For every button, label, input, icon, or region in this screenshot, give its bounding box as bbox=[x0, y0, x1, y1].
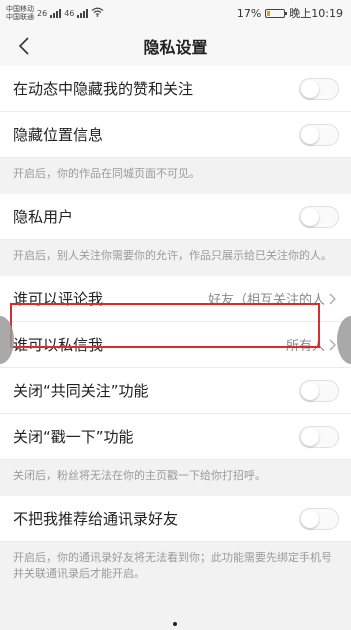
who-message-value: 所有人 bbox=[285, 339, 325, 354]
page-title: 隐私设置 bbox=[143, 38, 208, 57]
hide-likes-toggle[interactable] bbox=[299, 77, 339, 100]
close-poke-desc: 关闭后，粉丝将无法在你的主页戳一下给你打招呼。 bbox=[0, 460, 351, 496]
row-private-user[interactable]: 隐私用户 bbox=[0, 194, 351, 240]
clock: 晚上10:19 bbox=[289, 7, 343, 20]
hide-location-toggle[interactable] bbox=[299, 123, 339, 146]
close-poke-toggle[interactable] bbox=[299, 425, 339, 448]
battery-icon bbox=[265, 8, 288, 18]
close-mutual-toggle[interactable] bbox=[299, 379, 339, 402]
private-user-toggle[interactable] bbox=[299, 205, 339, 228]
row-no-recommend[interactable]: 不把我推荐给通讯录好友 bbox=[0, 496, 351, 542]
home-indicator-dot bbox=[173, 622, 177, 626]
wifi-icon bbox=[91, 7, 104, 20]
no-recommend-desc: 开启后，你的通讯录好友将无法看到你；此功能需要先绑定手机号并关联通讯录后才能开启… bbox=[0, 542, 351, 594]
row-hide-location-label: 隐藏位置信息 bbox=[13, 126, 104, 144]
row-who-message[interactable]: 谁可以私信我 所有人 bbox=[0, 322, 351, 368]
row-hide-likes-label: 在动态中隐藏我的赞和关注 bbox=[13, 80, 194, 98]
row-no-recommend-label: 不把我推荐给通讯录好友 bbox=[13, 510, 179, 528]
row-close-poke[interactable]: 关闭“戳一下”功能 bbox=[0, 414, 351, 460]
back-chevron-icon[interactable] bbox=[12, 34, 36, 58]
row-close-poke-label: 关闭“戳一下”功能 bbox=[13, 428, 134, 446]
row-private-user-label: 隐私用户 bbox=[13, 208, 74, 226]
carrier-1: 中国移动 bbox=[6, 5, 34, 13]
row-hide-likes[interactable]: 在动态中隐藏我的赞和关注 bbox=[0, 66, 351, 112]
status-right: 17% 晚上10:19 bbox=[237, 5, 343, 21]
row-close-mutual-label: 关闭“共同关注”功能 bbox=[13, 382, 149, 400]
carrier-labels: 中国移动 中国联通 bbox=[6, 5, 34, 21]
carrier-2: 中国联通 bbox=[6, 13, 34, 21]
who-comment-value: 好友（相互关注的人 bbox=[207, 293, 325, 308]
row-who-comment[interactable]: 谁可以评论我 好友（相互关注的人 bbox=[0, 276, 351, 322]
chevron-right-icon bbox=[329, 292, 339, 306]
hide-location-desc: 开启后，你的作品在同城页面不可见。 bbox=[0, 158, 351, 194]
row-who-message-label: 谁可以私信我 bbox=[13, 336, 104, 354]
network-type-1: 26 bbox=[37, 8, 48, 18]
row-hide-location[interactable]: 隐藏位置信息 bbox=[0, 112, 351, 158]
no-recommend-toggle[interactable] bbox=[299, 507, 339, 530]
who-message-value-group: 所有人 bbox=[286, 335, 339, 354]
nav-bar: 隐私设置 bbox=[0, 26, 351, 66]
signal-icon bbox=[50, 8, 62, 18]
battery-percent: 17% bbox=[236, 6, 262, 20]
signal-icon-2 bbox=[77, 8, 89, 18]
network-type-2: 46 bbox=[64, 8, 75, 18]
row-close-mutual[interactable]: 关闭“共同关注”功能 bbox=[0, 368, 351, 414]
who-comment-value-group: 好友（相互关注的人 bbox=[208, 289, 339, 308]
status-left: 中国移动 中国联通 26 46 bbox=[6, 5, 104, 21]
private-user-desc: 开启后，别人关注你需要你的允许，作品只展示给已关注你的人。 bbox=[0, 240, 351, 276]
row-who-comment-label: 谁可以评论我 bbox=[13, 290, 104, 308]
status-bar: 中国移动 中国联通 26 46 17% 晚上10:19 bbox=[0, 0, 351, 26]
